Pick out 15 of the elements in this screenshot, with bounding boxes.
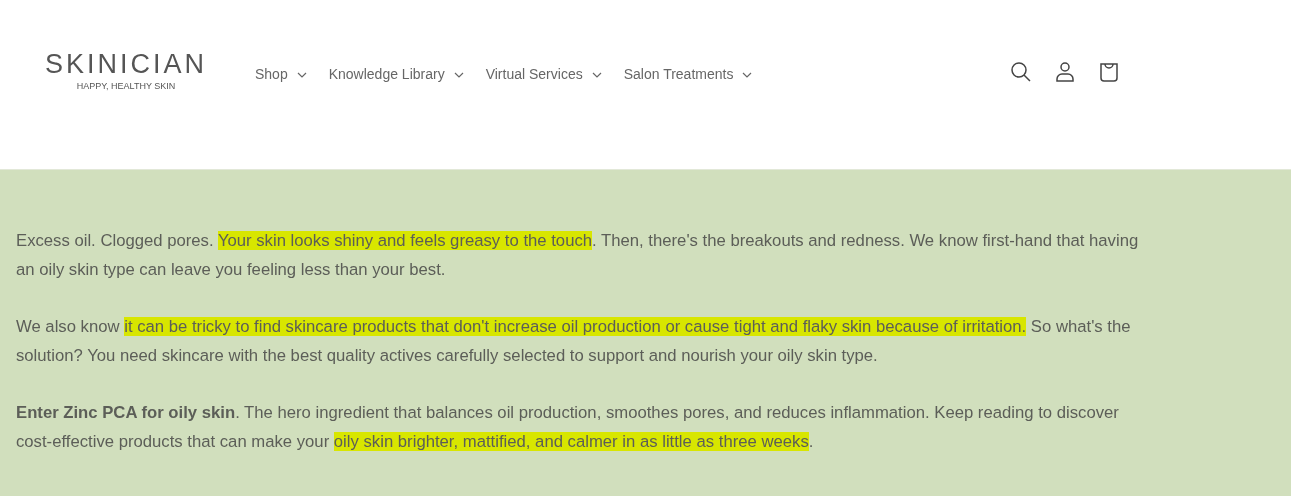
- chevron-down-icon: [453, 71, 464, 78]
- logo[interactable]: SKINICIAN HAPPY, HEALTHY SKIN: [38, 50, 214, 92]
- nav-menu-item[interactable]: Shop: [255, 64, 307, 85]
- paragraph: Enter Zinc PCA for oily skin. The hero ingredient that balances oil production, smoothes pores, and reduces inflammation. Keep reading to discover cost-effective products that can make your oily skin brighter, mattified, and calmer in as little as three weeks.: [16, 402, 1120, 453]
- chevron-down-icon: [296, 71, 307, 78]
- paragraph: We also know it can be tricky to find skincare products that don't increase oil production or cause tight and flaky skin because of irritation. So what's the solution? You need skincare with the best quality actives carefully selected to support and nourish your oily skin type.: [16, 316, 1132, 367]
- chevron-down-icon: [742, 71, 753, 78]
- nav-menu-item[interactable]: Knowledge Library: [328, 64, 464, 85]
- user-icon[interactable]: [1054, 61, 1077, 83]
- chevron-down-icon: [591, 71, 602, 78]
- search-icon[interactable]: [1010, 61, 1033, 83]
- bag-icon[interactable]: [1098, 61, 1121, 83]
- paragraph: Excess oil. Clogged pores. Your skin looks shiny and feels greasy to the touch. Then, there's the breakouts and redness. We know first-hand that having an oily skin type can leave you feeling less than your best.: [16, 230, 1140, 281]
- nav-menu-item[interactable]: Virtual Services: [485, 64, 602, 85]
- nav-menu-item[interactable]: Salon Treatments: [623, 64, 753, 85]
